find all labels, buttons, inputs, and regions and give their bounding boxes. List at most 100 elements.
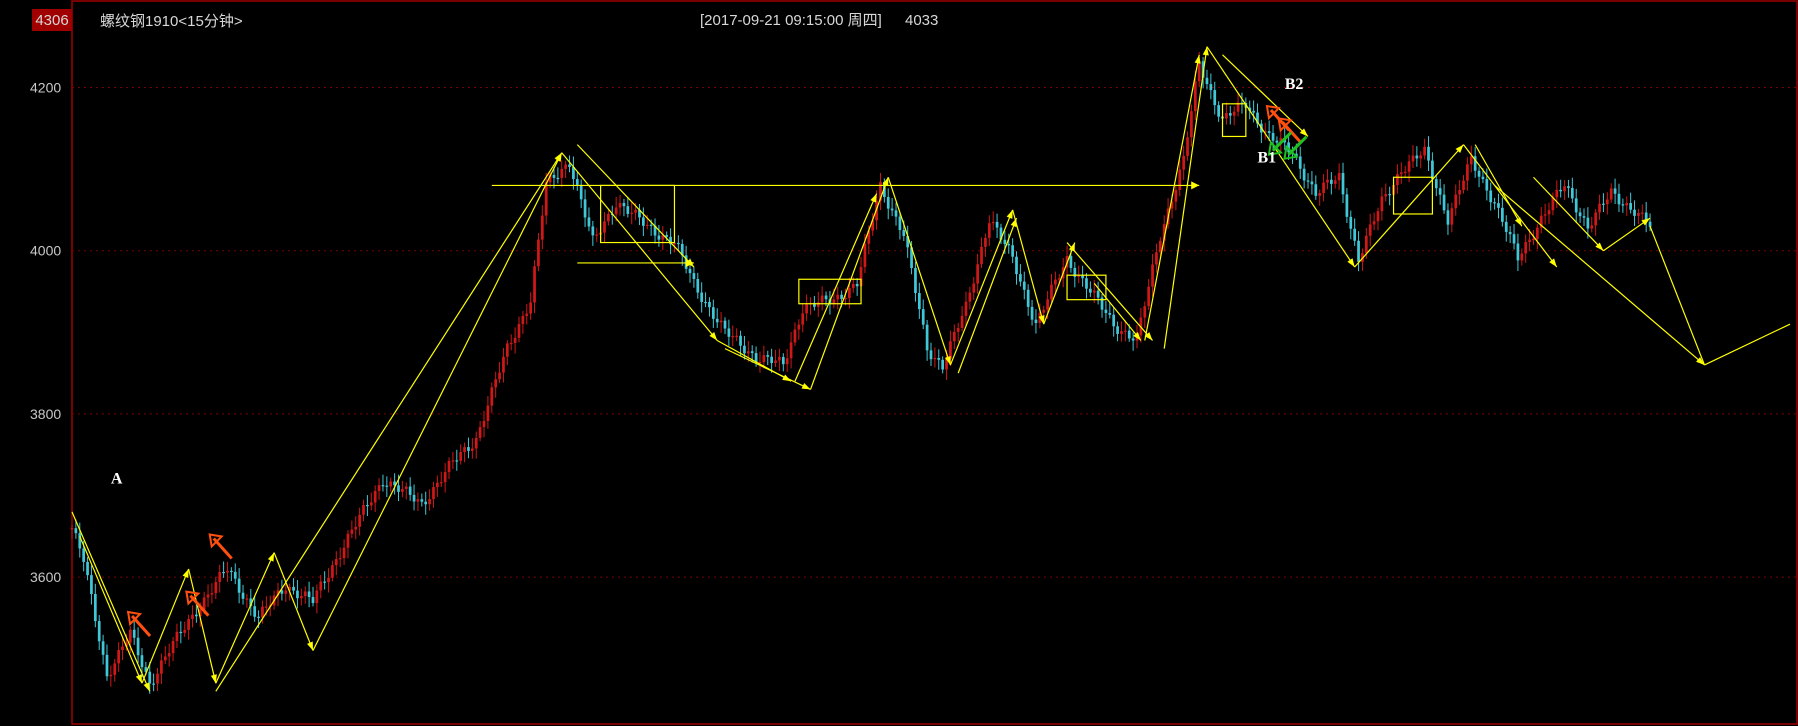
candle-body <box>412 494 416 502</box>
candle-body <box>1127 330 1131 339</box>
candle-body <box>1450 208 1454 225</box>
level-arrowhead <box>1191 181 1200 190</box>
candle-body <box>750 351 754 354</box>
candle-body <box>1112 314 1116 327</box>
zigzag-segment <box>957 217 1018 374</box>
candle-body <box>824 295 828 300</box>
candle-body <box>490 387 494 406</box>
candle-body <box>1174 189 1178 202</box>
candle-body <box>657 235 661 240</box>
candle-body <box>1574 198 1578 213</box>
candle-body <box>1143 306 1147 318</box>
candle-body <box>443 472 447 483</box>
candle-body <box>237 578 241 593</box>
candle-body <box>296 590 299 599</box>
candle-body <box>1182 155 1186 170</box>
candle-body <box>1431 160 1434 180</box>
candle-body <box>482 420 486 428</box>
y-tick-label: 4200 <box>30 79 61 95</box>
y-tick-label: 3600 <box>30 569 61 585</box>
candle-body <box>914 268 917 294</box>
candle-body <box>1501 207 1504 222</box>
candle-body <box>1193 81 1197 112</box>
candle-body <box>1419 155 1423 159</box>
candle-body <box>793 329 797 343</box>
candle-body <box>428 499 431 505</box>
zigzag-segment <box>79 536 143 684</box>
candle-body <box>1267 131 1271 134</box>
candle-body <box>187 619 190 630</box>
candle-body <box>1609 188 1613 200</box>
candle-body <box>284 590 288 594</box>
candle-body <box>389 481 393 487</box>
candle-body <box>556 177 560 180</box>
candle-body <box>987 223 991 238</box>
candle-body <box>1648 221 1652 227</box>
candle-body <box>1442 194 1446 211</box>
candle-body <box>715 318 719 323</box>
candle-body <box>1434 179 1438 189</box>
candle-body <box>739 335 742 346</box>
candle-body <box>439 482 443 484</box>
candle-body <box>1349 216 1353 229</box>
candle-body <box>105 654 109 677</box>
candle-body <box>848 288 851 299</box>
candle-body <box>163 656 167 661</box>
candle-body <box>1625 203 1629 206</box>
candle-body <box>665 235 669 237</box>
bar-price: 4033 <box>905 12 938 29</box>
candle-body <box>447 460 451 473</box>
candle-body <box>696 279 700 293</box>
zigzag-segment <box>141 568 190 684</box>
candle-body <box>451 460 455 462</box>
candle-body <box>1011 245 1014 257</box>
candle-body <box>1007 244 1011 246</box>
zigzag-segment <box>273 552 314 651</box>
candle-body <box>925 324 929 351</box>
candle-body <box>719 320 723 323</box>
zigzag-segment <box>1206 46 1356 268</box>
candle-body <box>1003 239 1007 245</box>
kline-chart[interactable]: 4306 螺纹钢1910<15分钟> [2017-09-21 09:15:00 … <box>0 0 1798 726</box>
candle-body <box>1598 203 1601 213</box>
candle-body <box>513 337 517 344</box>
sell-signal-arrow <box>208 533 233 560</box>
zigzag-arrowhead <box>1068 242 1075 252</box>
candle-body <box>1621 204 1625 206</box>
candle-body <box>311 597 315 604</box>
zigzag-arrowhead <box>267 552 275 562</box>
candle-body <box>470 448 474 451</box>
price-tag: 4306 <box>35 12 68 29</box>
candle-body <box>179 631 183 634</box>
candle-body <box>140 655 144 668</box>
candle-body <box>463 447 466 453</box>
zigzag-segment <box>1066 242 1154 341</box>
candle-body <box>1345 194 1349 217</box>
candle-body <box>478 427 482 438</box>
zigzag-arrowhead <box>143 682 150 692</box>
candle-body <box>603 221 606 233</box>
candle-body <box>1399 172 1403 175</box>
candle-body <box>820 295 824 303</box>
candle-body <box>1015 256 1018 275</box>
candle-body <box>521 315 525 325</box>
candle-body <box>167 653 171 657</box>
candle-body <box>700 292 704 302</box>
candle-body <box>1508 231 1512 235</box>
candle-body <box>342 547 346 559</box>
projection-segment <box>1704 323 1791 366</box>
candle-body <box>156 673 159 684</box>
candle-body <box>1034 319 1038 323</box>
zigzag-arrowhead <box>1010 218 1017 228</box>
point-label-b2: B2 <box>1285 76 1304 93</box>
projection-segment <box>1649 226 1706 366</box>
candle-body <box>210 593 214 595</box>
candle-body <box>253 606 257 617</box>
candle-body <box>175 631 179 642</box>
grid-layer: 4200 4000 3800 3600 <box>30 79 1797 585</box>
zigzag-arrowhead <box>210 674 217 684</box>
candle-body <box>781 357 785 365</box>
candle-body <box>424 501 428 505</box>
candle-body <box>1469 156 1473 165</box>
candle-body <box>1605 199 1609 205</box>
